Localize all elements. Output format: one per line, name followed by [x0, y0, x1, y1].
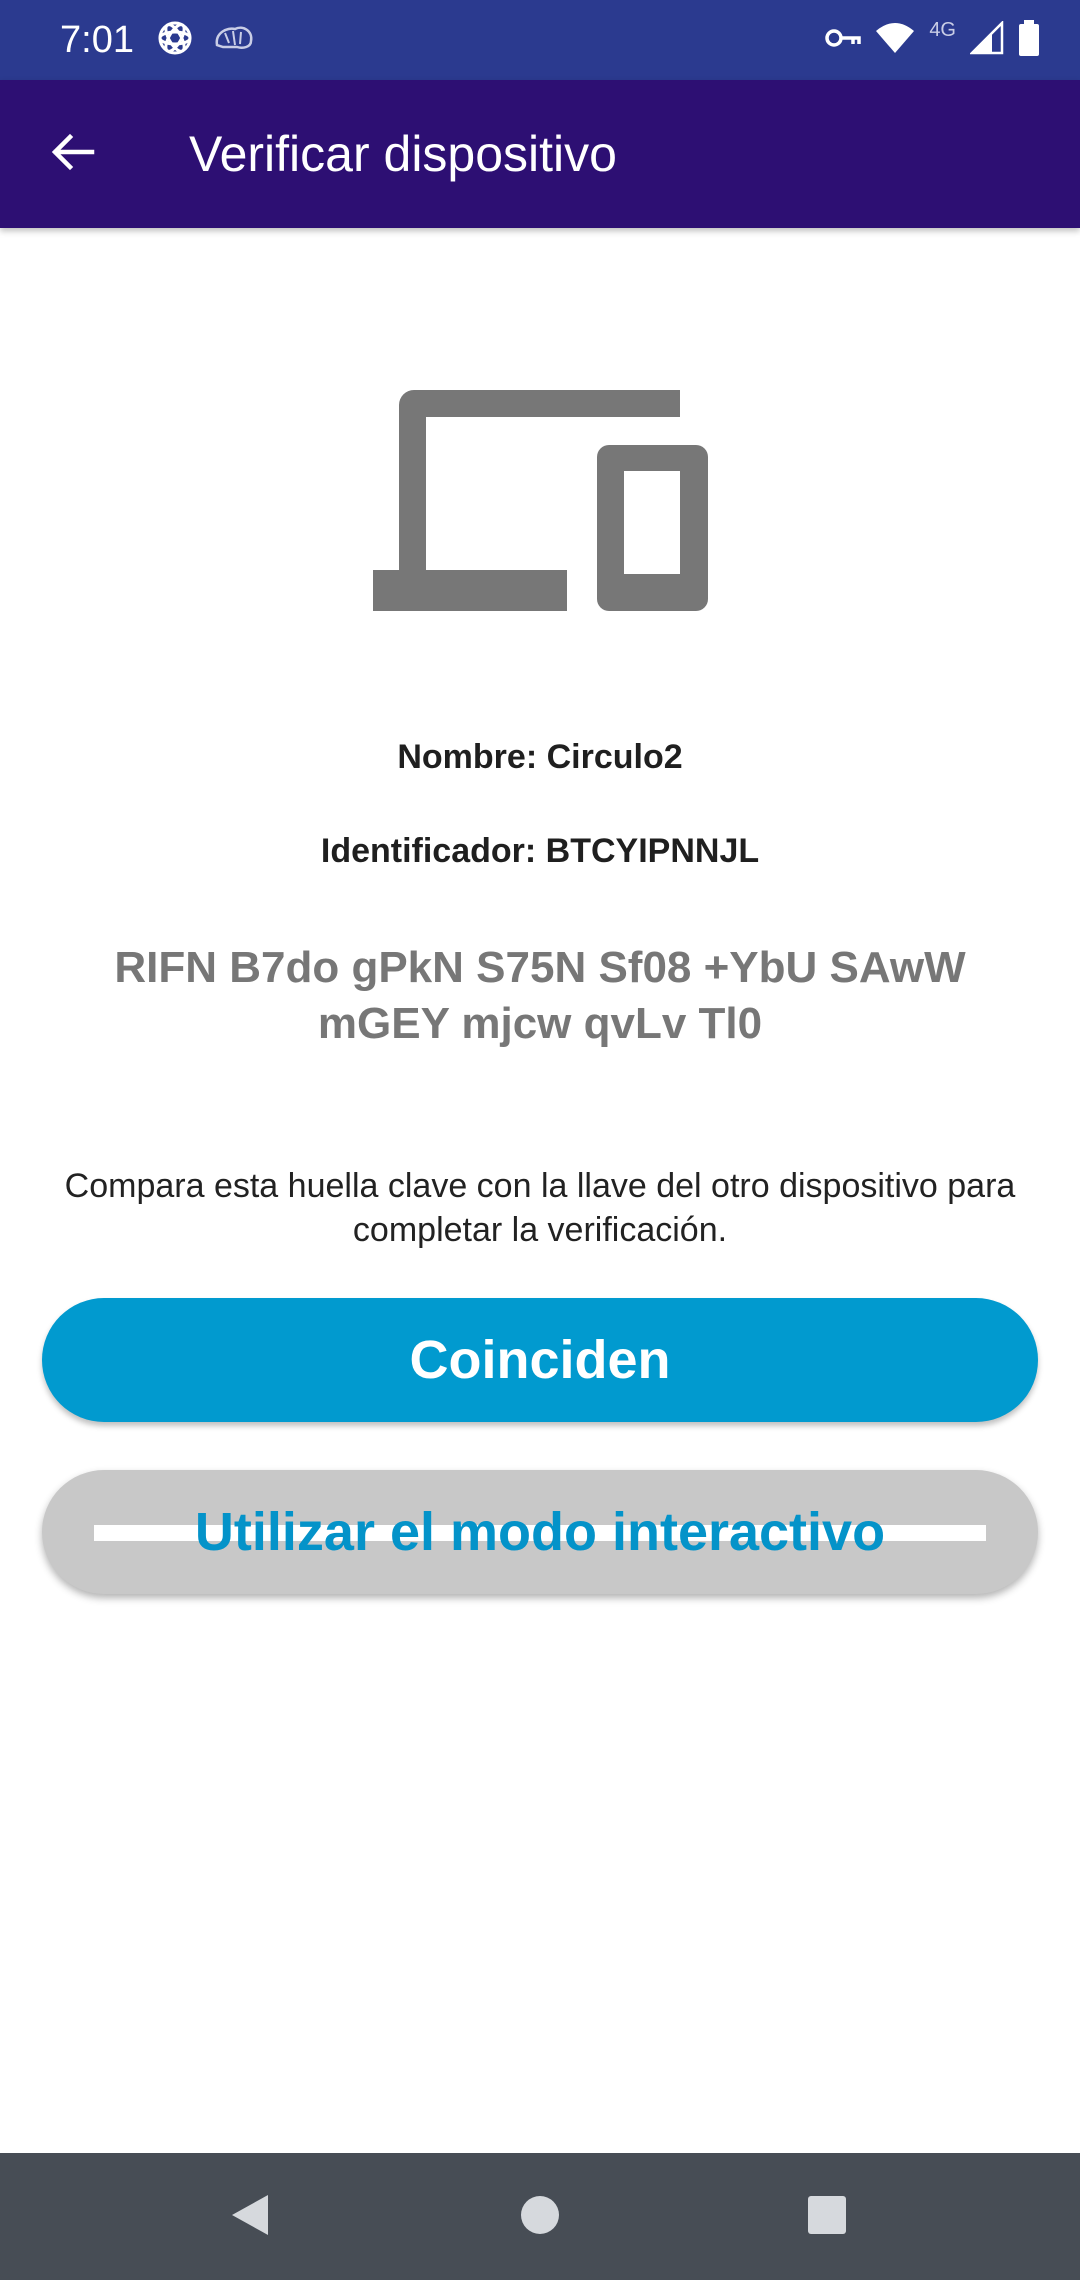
signal-icon: [968, 19, 1004, 60]
key-fingerprint: RIFN B7do gPkN S75N Sf08 +YbU SAwW mGEY …: [80, 940, 1000, 1052]
nav-back-button[interactable]: [218, 2185, 282, 2249]
match-button[interactable]: Coinciden: [42, 1298, 1038, 1422]
system-nav-bar: [0, 2153, 1080, 2280]
fingerprint-line-1: RIFN B7do gPkN S75N Sf08 +YbU SAwW: [114, 943, 966, 992]
status-bar: 7:01 4G: [0, 0, 1080, 80]
app-bar: Verificar dispositivo: [0, 80, 1080, 228]
interactive-mode-button[interactable]: Utilizar el modo interactivo: [42, 1470, 1038, 1594]
fingerprint-line-2: mGEY mjcw qvLv Tl0: [317, 999, 763, 1048]
status-right-icons: 4G: [825, 18, 1040, 62]
nav-home-button[interactable]: [508, 2185, 572, 2249]
vpn-key-icon: [825, 26, 862, 55]
back-button[interactable]: [36, 122, 108, 186]
devices-icon: [370, 385, 710, 615]
battery-icon: [1018, 19, 1040, 61]
network-type-label: 4G: [929, 18, 956, 41]
nav-recents-icon: [805, 2193, 849, 2242]
brain-icon: [213, 23, 255, 58]
page-title: Verificar dispositivo: [189, 126, 617, 182]
openai-icon: [155, 18, 195, 63]
verification-instructions: Compara esta huella clave con la llave d…: [64, 1167, 1016, 1249]
status-time: 7:01: [60, 19, 134, 61]
device-identifier: Identificador: BTCYIPNNJL: [320, 832, 760, 870]
arrow-back-icon: [48, 128, 96, 181]
nav-home-icon: [518, 2193, 562, 2242]
nav-back-icon: [228, 2191, 272, 2244]
wifi-icon: [875, 21, 915, 60]
device-name: Nombre: Circulo2: [397, 738, 683, 776]
status-left-icons: [155, 20, 255, 60]
match-button-label: Coinciden: [409, 1330, 671, 1390]
nav-recents-button[interactable]: [795, 2185, 859, 2249]
interactive-mode-label: Utilizar el modo interactivo: [194, 1502, 886, 1562]
